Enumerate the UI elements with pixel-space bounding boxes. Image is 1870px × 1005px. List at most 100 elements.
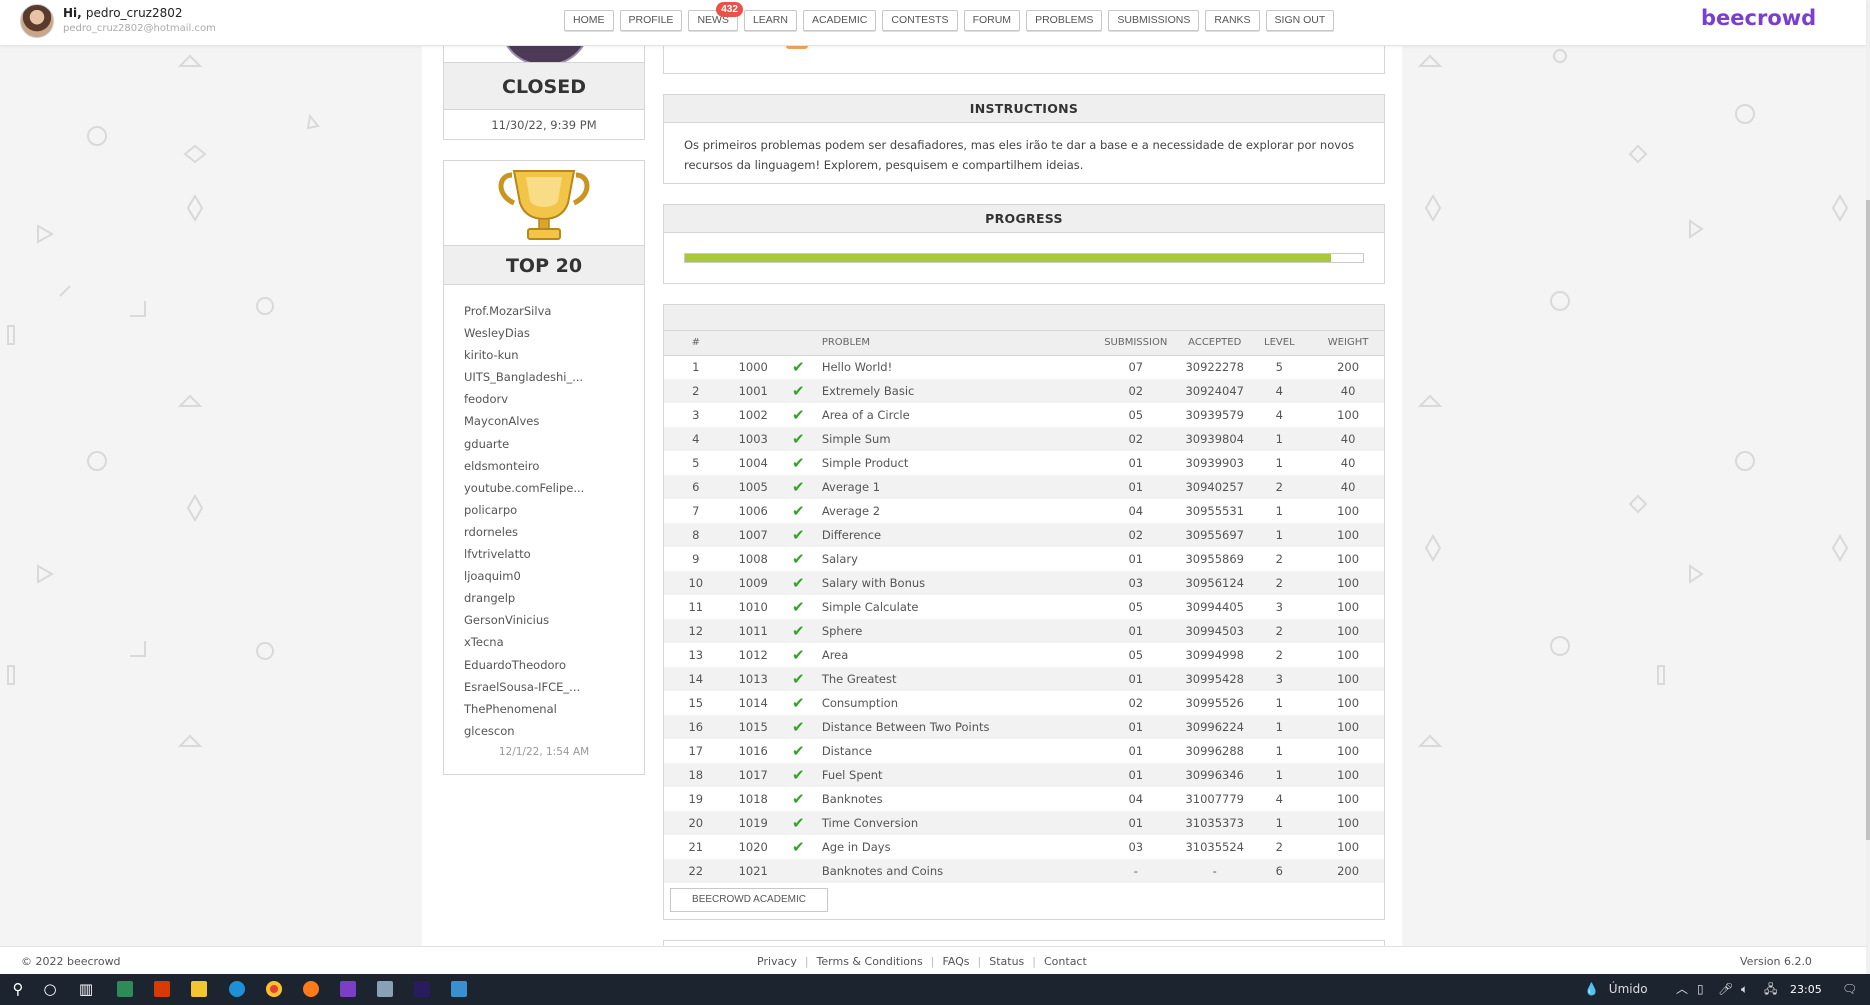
ranking-user-link[interactable]: youtube.comFelipe... xyxy=(464,477,644,499)
firefox-browser-icon[interactable] xyxy=(303,981,319,997)
problem-id[interactable]: 1017 xyxy=(727,763,779,787)
cortana-icon[interactable]: ○ xyxy=(32,974,68,1005)
nav-academic-button[interactable]: ACADEMIC xyxy=(802,10,877,31)
problem-id[interactable]: 1014 xyxy=(728,691,779,715)
accepted-submission-id[interactable]: 30996288 xyxy=(1183,739,1247,763)
ranking-user-link[interactable]: policarpo xyxy=(464,499,644,521)
problem-id[interactable]: 1002 xyxy=(728,403,779,427)
table-row[interactable]: 14 1013 ✔ The Greatest 01 30995428 3 100 xyxy=(664,667,1384,691)
problem-name[interactable]: Average 1 xyxy=(817,475,1089,499)
ranking-user-link[interactable]: xTecna xyxy=(464,631,644,653)
accepted-submission-id[interactable]: 30996224 xyxy=(1182,715,1247,739)
ranking-user-link[interactable]: feodorv xyxy=(464,388,644,410)
accepted-submission-id[interactable]: 30994405 xyxy=(1183,595,1247,619)
problem-name[interactable]: Simple Product xyxy=(818,451,1089,475)
accepted-submission-id[interactable]: 30955531 xyxy=(1183,499,1247,523)
problem-name[interactable]: Fuel Spent xyxy=(817,763,1089,787)
page-scrollbar[interactable] xyxy=(1866,0,1870,974)
problem-name[interactable]: Difference xyxy=(817,523,1089,547)
task-view-icon[interactable]: ▥ xyxy=(68,974,104,1005)
accepted-submission-id[interactable]: 30955697 xyxy=(1182,523,1247,547)
accepted-submission-id[interactable]: 30996346 xyxy=(1182,763,1247,787)
accepted-submission-id[interactable]: 30994503 xyxy=(1182,619,1247,643)
accepted-submission-id[interactable]: 30924047 xyxy=(1182,379,1247,403)
problem-name[interactable]: The Greatest xyxy=(817,667,1089,691)
footer-link-terms[interactable]: Terms & Conditions xyxy=(817,955,923,968)
nav-learn-button[interactable]: LEARN xyxy=(743,10,797,31)
image-app-icon[interactable] xyxy=(377,981,393,997)
accepted-submission-id[interactable]: - xyxy=(1182,859,1247,883)
tray-chevron-icon[interactable]: ︿ xyxy=(1676,974,1688,1005)
problem-name[interactable]: Area of a Circle xyxy=(818,403,1089,427)
problem-id[interactable]: 1013 xyxy=(727,667,779,691)
table-row[interactable]: 13 1012 ✔ Area 05 30994998 2 100 xyxy=(664,643,1384,667)
nav-news-button[interactable]: NEWS 432 xyxy=(688,2,743,31)
accepted-submission-id[interactable]: 31007779 xyxy=(1183,787,1247,811)
problem-id[interactable]: 1000 xyxy=(728,355,779,379)
ranking-user-link[interactable]: EsraelSousa-IFCE_... xyxy=(464,676,644,698)
col-header-accepted[interactable]: ACCEPTED xyxy=(1182,331,1247,356)
ranking-user-link[interactable]: MayconAlves xyxy=(464,410,644,432)
accepted-submission-id[interactable]: 30995428 xyxy=(1182,667,1247,691)
col-header-problem[interactable]: PROBLEM xyxy=(817,331,1089,356)
problem-name[interactable]: Simple Calculate xyxy=(818,595,1089,619)
ranking-user-link[interactable]: EduardoTheodoro xyxy=(464,654,644,676)
problem-name[interactable]: Time Conversion xyxy=(817,811,1089,835)
notifications-icon[interactable]: 🗨︎ xyxy=(1842,974,1857,1005)
table-row[interactable]: 5 1004 ✔ Simple Product 01 30939903 1 40 xyxy=(664,451,1384,475)
weather-widget[interactable]: 💧 Úmido xyxy=(1584,974,1648,1005)
nav-ranks-button[interactable]: RANKS xyxy=(1205,10,1260,31)
problem-id[interactable]: 1004 xyxy=(728,451,779,475)
problem-name[interactable]: Sphere xyxy=(817,619,1089,643)
footer-link-privacy[interactable]: Privacy xyxy=(757,955,797,968)
nav-home-button[interactable]: HOME xyxy=(564,10,614,31)
table-row[interactable]: 7 1006 ✔ Average 2 04 30955531 1 100 xyxy=(664,499,1384,523)
ranking-user-link[interactable]: UITS_Bangladeshi_... xyxy=(464,366,644,388)
chrome-browser-icon[interactable] xyxy=(266,981,282,997)
ranking-user-link[interactable]: ljoaquim0 xyxy=(464,565,644,587)
scrollbar-thumb[interactable] xyxy=(1866,200,1870,840)
avatar[interactable] xyxy=(20,4,54,38)
problem-name[interactable]: Salary xyxy=(818,547,1089,571)
table-row[interactable]: 11 1010 ✔ Simple Calculate 05 30994405 3 100 xyxy=(664,595,1384,619)
table-row[interactable]: 17 1016 ✔ Distance 01 30996288 1 100 xyxy=(664,739,1384,763)
nav-forum-button[interactable]: FORUM xyxy=(963,10,1021,31)
accepted-submission-id[interactable]: 30955869 xyxy=(1183,547,1247,571)
search-icon[interactable]: ⚲ xyxy=(0,974,36,1005)
col-header-weight[interactable]: WEIGHT xyxy=(1312,331,1384,356)
nav-sign-out-button[interactable]: SIGN OUT xyxy=(1265,10,1335,31)
table-row[interactable]: 22 1021 Banknotes and Coins - -6 200 xyxy=(664,859,1384,883)
battery-icon[interactable]: ▯ xyxy=(1697,974,1704,1005)
volume-icon[interactable]: 🔈︎ xyxy=(1741,974,1748,1005)
problem-id[interactable]: 1006 xyxy=(728,499,779,523)
ranking-user-link[interactable]: kirito-kun xyxy=(464,344,644,366)
col-header-submission[interactable]: SUBMISSION xyxy=(1088,331,1183,356)
accepted-submission-id[interactable]: 30995526 xyxy=(1183,691,1247,715)
problem-name[interactable]: Hello World! xyxy=(818,355,1089,379)
file-explorer-icon[interactable] xyxy=(191,981,207,997)
table-row[interactable]: 4 1003 ✔ Simple Sum 02 30939804 1 40 xyxy=(664,427,1384,451)
accepted-submission-id[interactable]: 31035524 xyxy=(1183,835,1247,859)
nav-contests-button[interactable]: CONTESTS xyxy=(882,10,958,31)
problem-id[interactable]: 1009 xyxy=(727,571,779,595)
problem-name[interactable]: Banknotes xyxy=(818,787,1089,811)
ranking-user-link[interactable]: eldsmonteiro xyxy=(464,455,644,477)
premiere-pro-icon[interactable] xyxy=(414,981,430,997)
problem-id[interactable]: 1010 xyxy=(728,595,779,619)
problem-id[interactable]: 1003 xyxy=(727,427,779,451)
ranking-user-link[interactable]: gduarte xyxy=(464,433,644,455)
problem-id[interactable]: 1011 xyxy=(727,619,779,643)
table-row[interactable]: 1 1000 ✔ Hello World! 07 30922278 5 200 xyxy=(664,355,1384,379)
problem-id[interactable]: 1012 xyxy=(728,643,779,667)
table-row[interactable]: 8 1007 ✔ Difference 02 30955697 1 100 xyxy=(664,523,1384,547)
ranking-user-link[interactable]: Prof.MozarSilva xyxy=(464,300,644,322)
problem-id[interactable]: 1020 xyxy=(728,835,779,859)
ranking-user-link[interactable]: ThePhenomenal xyxy=(464,698,644,720)
table-row[interactable]: 6 1005 ✔ Average 1 01 30940257 2 40 xyxy=(664,475,1384,499)
footer-link-faqs[interactable]: FAQs xyxy=(942,955,969,968)
nav-problems-button[interactable]: PROBLEMS xyxy=(1026,10,1103,31)
problem-name[interactable]: Age in Days xyxy=(818,835,1089,859)
table-row[interactable]: 2 1001 ✔ Extremely Basic 02 30924047 4 40 xyxy=(664,379,1384,403)
ranking-user-link[interactable]: WesleyDias xyxy=(464,322,644,344)
problem-name[interactable]: Simple Sum xyxy=(817,427,1089,451)
